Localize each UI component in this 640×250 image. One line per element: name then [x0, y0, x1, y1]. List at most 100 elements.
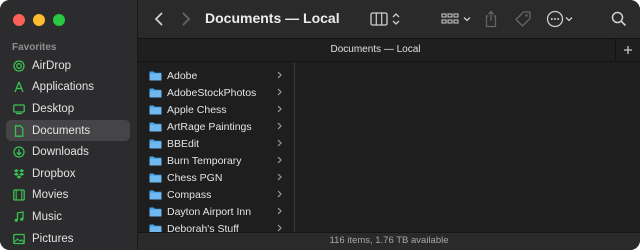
- folder-name: Burn Temporary: [167, 154, 242, 167]
- sidebar-item-movies[interactable]: Movies: [6, 185, 130, 207]
- search-icon: [611, 11, 627, 27]
- folder-row[interactable]: Chess PGN: [138, 169, 294, 186]
- folder-row[interactable]: ArtRage Paintings: [138, 118, 294, 135]
- preview-pane: [295, 62, 640, 232]
- file-column: Adobe AdobeStockPhotos Apple Chess ArtRage …: [138, 62, 295, 232]
- forward-button[interactable]: [179, 9, 193, 29]
- applications-icon: [13, 81, 25, 93]
- finder-window: Favorites AirDrop Applications Desktop D…: [0, 0, 640, 250]
- close-window-button[interactable]: [13, 14, 25, 26]
- share-button[interactable]: [484, 9, 498, 29]
- chevron-right-icon: [277, 190, 282, 198]
- back-button[interactable]: [152, 9, 166, 29]
- folder-icon: [149, 190, 162, 199]
- search-button[interactable]: [611, 9, 627, 29]
- folder-name: Adobe: [167, 69, 198, 82]
- chevron-right-icon: [277, 71, 282, 79]
- window-title: Documents — Local: [205, 10, 340, 26]
- sidebar-item-downloads[interactable]: Downloads: [6, 141, 130, 163]
- folder-name: Compass: [167, 188, 212, 201]
- chevron-right-icon: [277, 207, 282, 215]
- sidebar-item-dropbox[interactable]: Dropbox: [6, 163, 130, 185]
- sidebar-item-documents[interactable]: Documents: [6, 119, 130, 142]
- chevron-right-icon: [277, 173, 282, 181]
- folder-name: Deborah's Stuff: [167, 222, 239, 233]
- sidebar-list: AirDrop Applications Desktop Documents D…: [6, 55, 130, 249]
- chevron-right-icon: [277, 156, 282, 164]
- folder-icon: [149, 122, 162, 131]
- folder-row[interactable]: Adobe: [138, 67, 294, 84]
- folder-icon: [149, 207, 162, 216]
- folder-row[interactable]: AdobeStockPhotos: [138, 84, 294, 101]
- folder-icon: [149, 105, 162, 114]
- tab-bar: Documents — Local: [138, 38, 640, 62]
- folder-row[interactable]: Apple Chess: [138, 101, 294, 118]
- folder-row[interactable]: BBEdit: [138, 135, 294, 152]
- tag-icon: [515, 11, 531, 27]
- download-icon: [13, 146, 25, 158]
- folder-name: Apple Chess: [167, 103, 227, 116]
- folder-icon: [149, 224, 162, 232]
- folder-name: Chess PGN: [167, 171, 223, 184]
- sidebar-item-label: Dropbox: [32, 167, 76, 180]
- chevron-left-icon: [154, 12, 163, 26]
- sidebar-heading-favorites: Favorites: [12, 42, 57, 53]
- sidebar-item-label: AirDrop: [32, 59, 71, 72]
- sidebar: Favorites AirDrop Applications Desktop D…: [0, 0, 138, 250]
- sidebar-item-label: Documents: [32, 124, 91, 137]
- folder-icon: [149, 71, 162, 80]
- sidebar-item-label: Applications: [32, 81, 95, 94]
- folder-name: BBEdit: [167, 137, 200, 150]
- sidebar-item-desktop[interactable]: Desktop: [6, 98, 130, 120]
- minimize-window-button[interactable]: [33, 14, 45, 26]
- folder-row[interactable]: Dayton Airport Inn: [138, 203, 294, 220]
- folder-name: Dayton Airport Inn: [167, 205, 252, 218]
- sidebar-item-applications[interactable]: Applications: [6, 77, 130, 99]
- chevron-right-icon: [277, 139, 282, 147]
- window-controls: [13, 14, 65, 26]
- folder-icon: [149, 173, 162, 182]
- sidebar-item-label: Movies: [32, 189, 69, 202]
- tags-button[interactable]: [514, 9, 532, 29]
- chevron-right-icon: [277, 105, 282, 113]
- columns-view-icon: [370, 12, 400, 26]
- chevron-right-icon: [277, 224, 282, 232]
- zoom-window-button[interactable]: [53, 14, 65, 26]
- share-icon: [485, 10, 497, 28]
- folder-name: AdobeStockPhotos: [167, 86, 257, 99]
- folder-icon: [149, 139, 162, 148]
- plus-icon: [624, 46, 632, 54]
- music-icon: [13, 211, 25, 223]
- folder-row[interactable]: Deborah's Stuff: [138, 220, 294, 232]
- grid-icon: [441, 13, 471, 24]
- new-tab-button[interactable]: [615, 39, 640, 61]
- file-list: Adobe AdobeStockPhotos Apple Chess ArtRage …: [138, 62, 294, 232]
- chevron-right-icon: [182, 12, 191, 26]
- airdrop-icon: [13, 60, 25, 72]
- dropbox-icon: [13, 168, 25, 180]
- chevron-right-icon: [277, 88, 282, 96]
- folder-name: ArtRage Paintings: [167, 120, 252, 133]
- sidebar-item-label: Music: [32, 210, 63, 223]
- movies-icon: [13, 189, 25, 202]
- folder-row[interactable]: Burn Temporary: [138, 152, 294, 169]
- view-mode-button[interactable]: [370, 9, 402, 29]
- sidebar-item-music[interactable]: Music: [6, 206, 130, 228]
- status-bar: 116 items, 1.76 TB available: [138, 232, 640, 250]
- sidebar-item-airdrop[interactable]: AirDrop: [6, 55, 130, 77]
- folder-row[interactable]: Compass: [138, 186, 294, 203]
- action-menu-button[interactable]: [546, 9, 574, 29]
- folder-icon: [149, 88, 162, 97]
- sidebar-item-label: Downloads: [32, 146, 89, 159]
- toolbar: Documents — Local: [138, 0, 640, 38]
- pictures-icon: [13, 233, 25, 245]
- tab-documents-local[interactable]: Documents — Local: [138, 44, 613, 55]
- sidebar-item-pictures[interactable]: Pictures: [6, 228, 130, 250]
- chevron-right-icon: [277, 122, 282, 130]
- document-icon: [13, 124, 25, 137]
- sidebar-item-label: Desktop: [32, 102, 75, 115]
- desktop-icon: [13, 103, 25, 115]
- ellipsis-circle-icon: [546, 10, 573, 28]
- group-button[interactable]: [441, 9, 473, 29]
- sidebar-item-label: Pictures: [32, 232, 74, 245]
